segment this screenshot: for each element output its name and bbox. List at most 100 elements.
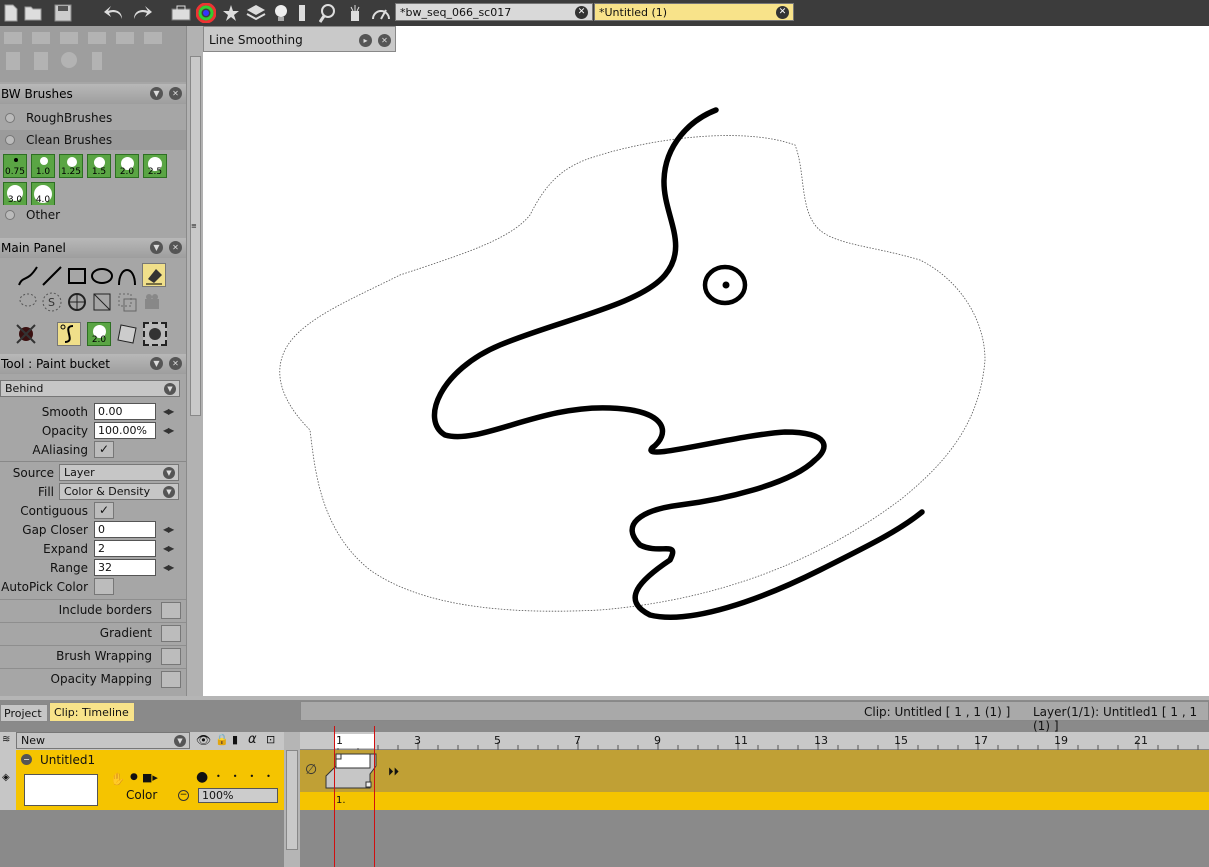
select-s-tool-icon[interactable]: S	[40, 290, 64, 314]
record-icon[interactable]: ■▸	[142, 771, 158, 784]
timeline-v-scrollbar[interactable]	[284, 732, 300, 867]
bw-brushes-header[interactable]: BW Brushes ▼ ✕	[0, 84, 186, 104]
brush-3-0[interactable]: 3.0	[3, 182, 27, 206]
eraser-tool-icon[interactable]	[142, 263, 166, 287]
color-dot-icon[interactable]: ●	[196, 769, 208, 785]
stepper-icon[interactable]: ◀▶	[163, 407, 174, 416]
main-panel-header[interactable]: Main Panel ▼ ✕	[0, 238, 186, 258]
brush-1-5[interactable]: 1.5	[87, 154, 111, 178]
gauge-icon[interactable]	[370, 2, 392, 24]
close-icon[interactable]: ✕	[169, 241, 182, 254]
tool-options-header[interactable]: Tool : Paint bucket ▼ ✕	[0, 354, 186, 374]
stepper-icon[interactable]: ◀▶	[163, 525, 174, 534]
redo-icon[interactable]	[128, 2, 156, 24]
brush-group-roughbrushes[interactable]: RoughBrushes	[0, 108, 186, 128]
aaliasing-checkbox[interactable]: ✓	[94, 441, 114, 458]
opacity-input[interactable]: 100.00%	[94, 422, 156, 439]
brush-4-0[interactable]: 4.0	[31, 182, 55, 206]
paper-tool-icon[interactable]	[115, 322, 139, 346]
paint-bucket-tool-icon[interactable]	[143, 322, 167, 346]
frame-icon[interactable]: ⊡	[266, 733, 275, 746]
close-icon[interactable]: ✕	[169, 87, 182, 100]
stepper-icon[interactable]: ◀▶	[163, 426, 174, 435]
lightbulb-icon[interactable]	[270, 2, 292, 24]
close-icon[interactable]: ✕	[169, 357, 182, 370]
tab-bw-seq-066-sc017[interactable]: *bw_seq_066_sc017 ✕	[395, 3, 593, 21]
minimize-icon[interactable]: ▸	[359, 34, 372, 47]
toolbox-icon[interactable]	[170, 2, 192, 24]
playhead-end[interactable]	[374, 726, 375, 867]
gradient-checkbox[interactable]	[161, 625, 181, 642]
close-icon[interactable]: ✕	[378, 34, 391, 47]
tab-untitled-1[interactable]: *Untitled (1) ✕	[594, 3, 794, 21]
color-wheel-icon[interactable]	[195, 2, 217, 24]
range-input[interactable]: 32	[94, 559, 156, 576]
close-icon[interactable]: ✕	[575, 6, 588, 19]
new-layer-dropdown[interactable]: New ▼	[16, 732, 190, 749]
left-panel-scrollbar[interactable]: ≡	[186, 26, 203, 696]
lock-icon[interactable]: 🔒	[215, 733, 229, 746]
frame-ruler[interactable]: 1 3 5 7 9 11 13 15 17 19 21	[300, 732, 1209, 750]
brush-1-25[interactable]: 1.25	[59, 154, 83, 178]
include-borders-checkbox[interactable]	[161, 602, 181, 619]
tab-clip-timeline[interactable]: Clip: Timeline	[49, 702, 135, 722]
mode-dropdown[interactable]: Behind ▼	[0, 380, 180, 397]
brush-1-0[interactable]: 1.0	[31, 154, 55, 178]
stepper-icon[interactable]: ◀▶	[163, 544, 174, 553]
camera-tool-icon[interactable]	[142, 290, 166, 314]
arc-tool-icon[interactable]	[115, 264, 139, 288]
playhead-start[interactable]	[334, 726, 335, 867]
scrollbar-thumb[interactable]	[286, 750, 298, 850]
new-file-icon[interactable]	[0, 2, 22, 24]
contiguous-checkbox[interactable]: ✓	[94, 502, 114, 519]
dot-icon[interactable]: ●	[130, 772, 138, 782]
collapse-icon[interactable]: −	[21, 754, 32, 765]
timeline-empty-area[interactable]	[300, 810, 1209, 867]
copy-tool-icon[interactable]	[115, 290, 139, 314]
magic-hat-icon[interactable]	[344, 2, 366, 24]
palette-icon[interactable]	[220, 2, 242, 24]
extend-frame-icon[interactable]: ⏵⏵	[388, 765, 399, 779]
minus-icon[interactable]: −	[178, 790, 189, 801]
chevron-down-icon[interactable]: ▼	[150, 357, 163, 370]
rectangle-tool-icon[interactable]	[65, 264, 89, 288]
line-smoothing-panel[interactable]: Line Smoothing ▸ ✕	[203, 26, 396, 52]
brush-2-0[interactable]: 2.0	[115, 154, 139, 178]
brush-group-other[interactable]: Other	[0, 205, 186, 225]
smooth-input[interactable]: 0.00	[94, 403, 156, 420]
brush-2-5[interactable]: 2.5	[143, 154, 167, 178]
alpha-icon[interactable]: α	[248, 732, 257, 747]
brush-0-75[interactable]: 0.75	[3, 154, 27, 178]
fill-dropdown[interactable]: Color & Density ▼	[59, 483, 179, 500]
transform-tool-icon[interactable]	[90, 290, 114, 314]
size-dots-icon[interactable]: ••••	[216, 772, 283, 781]
line-tool-icon[interactable]	[40, 264, 64, 288]
undo-icon[interactable]	[100, 2, 128, 24]
open-file-icon[interactable]	[22, 2, 44, 24]
target-tool-icon[interactable]	[65, 290, 89, 314]
chevron-down-icon[interactable]: ▼	[150, 87, 163, 100]
save-icon[interactable]	[44, 2, 82, 24]
layers-icon[interactable]	[245, 2, 267, 24]
lasso-tool-icon[interactable]	[16, 290, 40, 314]
light-table-icon[interactable]: ▮	[232, 733, 238, 746]
ellipse-tool-icon[interactable]	[90, 264, 114, 288]
current-brush-size[interactable]: 2.0	[87, 322, 111, 346]
brush-wrapping-checkbox[interactable]	[161, 648, 181, 665]
autopick-color-checkbox[interactable]	[94, 578, 114, 595]
smoothing-tool-icon[interactable]	[57, 322, 81, 346]
stepper-icon[interactable]: ◀▶	[163, 563, 174, 572]
color-picker-icon[interactable]	[14, 322, 38, 346]
close-icon[interactable]: ✕	[776, 6, 789, 19]
list-icon[interactable]	[295, 2, 309, 24]
scrollbar-thumb[interactable]	[190, 56, 201, 416]
source-dropdown[interactable]: Layer ▼	[59, 464, 179, 481]
magnifier-icon[interactable]	[318, 2, 340, 24]
chevron-down-icon[interactable]: ▼	[150, 241, 163, 254]
brush-group-clean-brushes[interactable]: Clean Brushes	[0, 130, 186, 150]
hand-icon[interactable]: ✋	[110, 772, 125, 786]
tab-project[interactable]: Project	[0, 704, 48, 722]
expand-input[interactable]: 2	[94, 540, 156, 557]
gap-closer-input[interactable]: 0	[94, 521, 156, 538]
splitter[interactable]	[0, 696, 1209, 700]
